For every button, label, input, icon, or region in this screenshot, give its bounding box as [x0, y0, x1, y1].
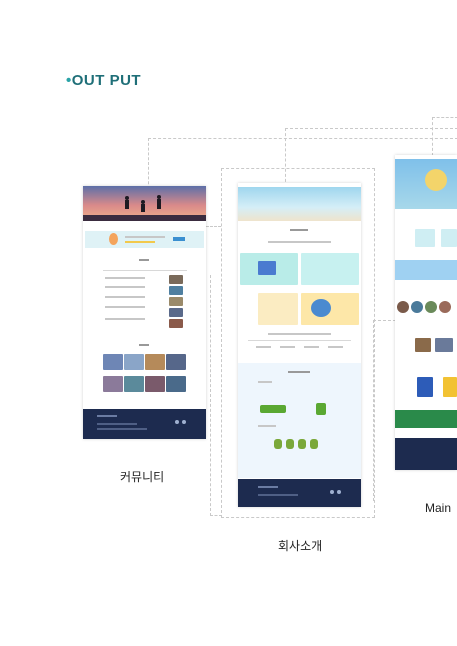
social-icon[interactable] — [182, 420, 186, 424]
connector-company-side — [210, 275, 222, 516]
page-label-community: 커뮤니티 — [120, 470, 165, 484]
banner-button[interactable] — [173, 237, 185, 241]
wheely-logo-large — [260, 405, 286, 413]
output-logo: •OUT PUT — [66, 72, 141, 89]
community-hero-image — [83, 186, 206, 221]
logo-text: OUT PUT — [71, 72, 142, 89]
balloon-icon — [109, 233, 118, 245]
page-label-company: 회사소개 — [278, 539, 323, 553]
welcome-banner — [395, 260, 457, 280]
company-card-4 — [301, 293, 359, 325]
connector-main — [432, 117, 457, 156]
company-footer — [238, 479, 361, 507]
wheely-logo-small — [316, 403, 326, 415]
main-page-thumbnail[interactable] — [395, 155, 457, 470]
company-page-thumbnail[interactable] — [238, 183, 361, 507]
main-hero-image — [395, 159, 457, 209]
community-banner — [85, 231, 204, 248]
company-card-3 — [258, 293, 298, 325]
community-page-thumbnail[interactable] — [83, 186, 206, 439]
page-label-main: Main — [425, 501, 452, 515]
company-card-1 — [240, 253, 298, 285]
connector-main-side — [373, 320, 396, 501]
main-footer — [395, 438, 457, 470]
community-footer — [83, 409, 206, 439]
main-promo-banner — [395, 410, 457, 428]
company-card-2 — [301, 253, 359, 285]
connector-mini — [206, 226, 221, 228]
company-hero-image — [238, 187, 361, 221]
company-brand-section — [238, 363, 361, 478]
social-icon[interactable] — [175, 420, 179, 424]
